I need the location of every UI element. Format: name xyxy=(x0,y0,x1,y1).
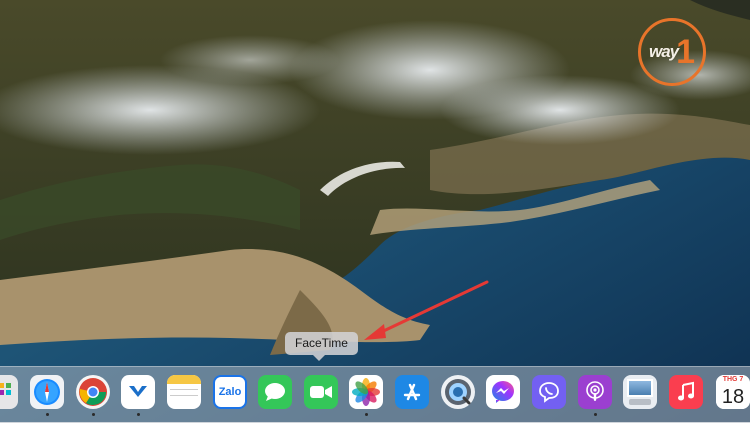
notes-icon[interactable] xyxy=(167,375,201,409)
calendar-day: 18 xyxy=(716,385,750,409)
launchpad-icon[interactable] xyxy=(0,375,18,409)
viber-icon[interactable] xyxy=(532,375,566,409)
calendar-month: THG 7 xyxy=(716,375,750,385)
dock: Zalo THG 7 18 xyxy=(0,366,750,423)
facetime-icon[interactable] xyxy=(304,375,338,409)
zalo-label: Zalo xyxy=(218,386,242,398)
podcasts-icon[interactable] xyxy=(578,375,612,416)
app-store-icon[interactable] xyxy=(395,375,429,409)
quicktime-icon[interactable] xyxy=(441,375,475,409)
messages-icon[interactable] xyxy=(258,375,292,409)
red-arrow-annotation xyxy=(364,280,489,340)
safari-icon[interactable] xyxy=(30,375,64,416)
chrome-icon[interactable] xyxy=(76,375,110,416)
preview-icon[interactable] xyxy=(623,375,657,409)
zalo-icon[interactable]: Zalo xyxy=(213,375,247,409)
photos-icon[interactable] xyxy=(349,375,383,416)
blue-chevron-icon[interactable] xyxy=(121,375,155,416)
messenger-icon[interactable] xyxy=(486,375,520,409)
music-icon[interactable] xyxy=(669,375,703,409)
desktop-wallpaper: way 1 FaceTime xyxy=(0,0,750,422)
facetime-tooltip: FaceTime xyxy=(285,332,358,361)
tooltip-label: FaceTime xyxy=(295,336,348,350)
calendar-icon[interactable]: THG 7 18 xyxy=(716,375,750,409)
